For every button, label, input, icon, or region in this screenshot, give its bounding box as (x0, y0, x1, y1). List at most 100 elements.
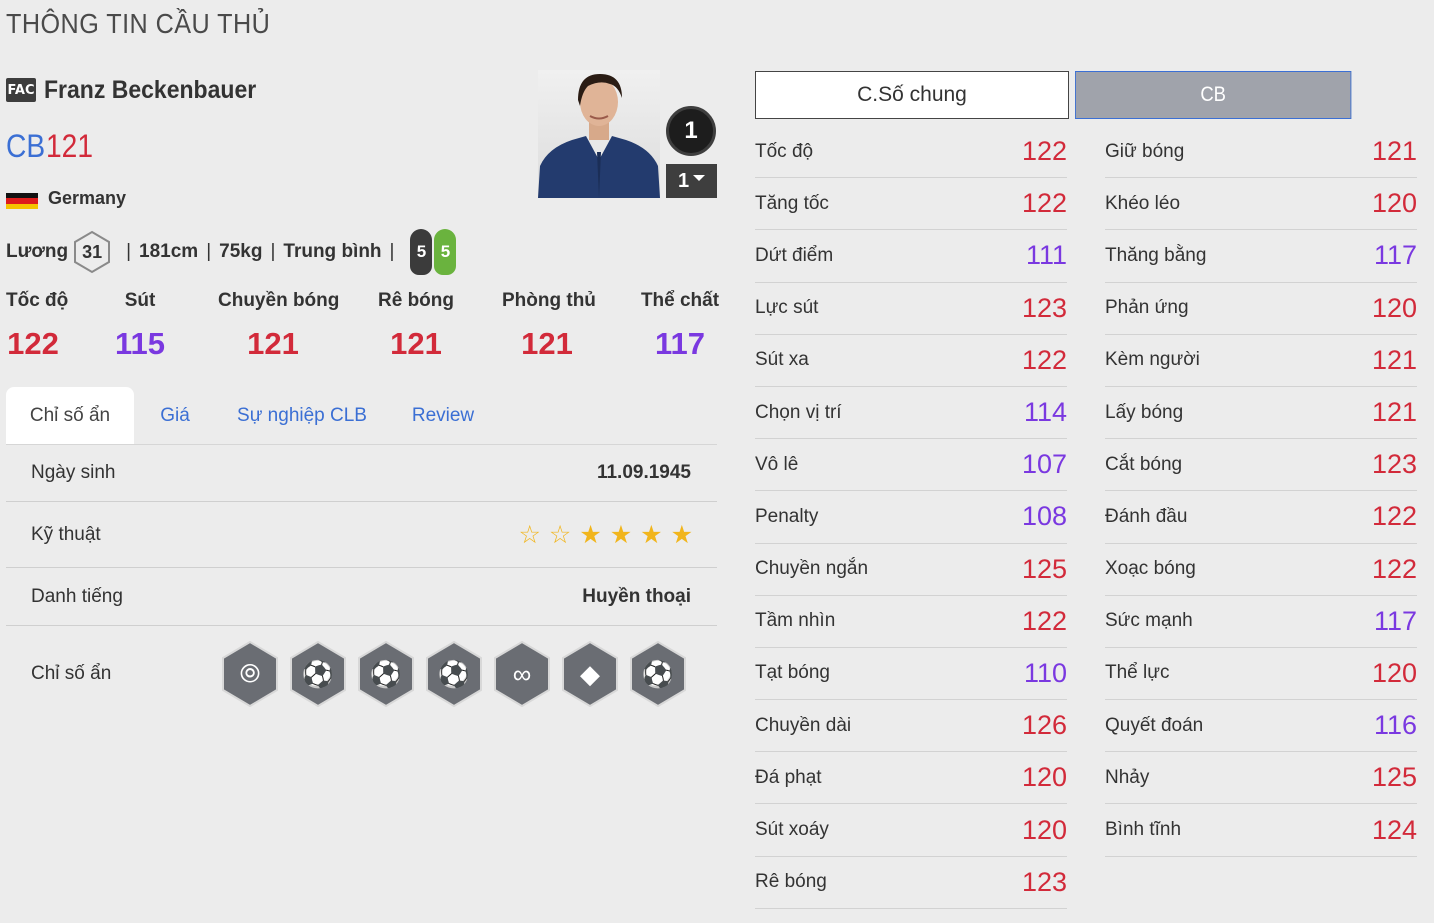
stat-value: 117 (1373, 605, 1417, 636)
stat-label: Dứt điểm (755, 244, 834, 266)
stat-row: Lực sút 123 (755, 283, 1067, 335)
stat-value: 111 (1025, 240, 1067, 271)
left-foot-value: 5 (410, 229, 433, 275)
main-stat: Sút 115 (114, 290, 166, 362)
tab-club-career[interactable]: Sự nghiệp CLB (216, 387, 388, 445)
stat-value: 116 (1373, 710, 1417, 741)
stat-row: Penalty 108 (755, 491, 1067, 544)
tab-position-stats[interactable]: CB (1075, 71, 1352, 119)
stat-label: Sút xa (755, 349, 809, 371)
stat-value: 120 (1021, 814, 1067, 845)
stat-value: 125 (1021, 553, 1067, 584)
star-empty-icon: ☆ (518, 520, 541, 549)
player-photo (538, 70, 660, 198)
stat-row: Chuyền dài 126 (755, 700, 1067, 753)
stat-label: Chuyền dài (755, 714, 852, 736)
germany-flag-icon (6, 193, 38, 209)
stat-label: Nhảy (1105, 766, 1150, 788)
tab-total-stats[interactable]: C.Số chung (755, 71, 1069, 119)
stat-label: Giữ bóng (1105, 140, 1185, 162)
stat-label: Tăng tốc (755, 192, 829, 214)
main-stat-value: 121 (390, 326, 442, 361)
stat-value: 121 (1371, 136, 1417, 167)
main-stat-value: 121 (521, 326, 573, 361)
stat-value: 117 (1373, 240, 1417, 271)
stat-label: Đá phạt (755, 766, 822, 788)
salary-value: 31 (82, 241, 103, 262)
stat-label: Tốc độ (755, 140, 814, 162)
stat-row: Giữ bóng 121 (1105, 126, 1417, 179)
stat-row: Nhảy 125 (1105, 752, 1417, 805)
stat-row: Dứt điểm 111 (755, 230, 1067, 283)
stat-value: 110 (1023, 657, 1067, 688)
main-stat: Thể chất 117 (640, 290, 720, 362)
stat-value: 126 (1021, 710, 1067, 741)
stat-value: 120 (1371, 292, 1417, 323)
separator: | (389, 241, 395, 262)
stat-label: Chuyền ngắn (755, 558, 869, 580)
stat-row: Chuyền ngắn 125 (755, 544, 1067, 596)
stat-value: 108 (1021, 501, 1067, 532)
salary-badge: 31 (72, 230, 112, 274)
stat-row: Tầm nhìn 122 (755, 596, 1067, 648)
main-stat: Phòng thủ 121 (502, 290, 596, 362)
stat-value: 122 (1371, 501, 1417, 532)
stat-value: 121 (1371, 397, 1417, 428)
player-info-row: Lương 31 | 181cm | 75kg | Trung bình | 5… (6, 229, 457, 275)
stat-value: 122 (1371, 553, 1417, 584)
main-stat-value: 121 (247, 326, 299, 361)
stat-row: Vô lê 107 (755, 439, 1067, 492)
stat-label: Sức mạnh (1105, 610, 1193, 632)
stat-value: 123 (1371, 449, 1417, 480)
stat-value: 123 (1021, 292, 1067, 323)
stat-value: 107 (1021, 449, 1067, 480)
upgrade-level-value: 1 (677, 169, 690, 192)
stat-row: Rê bóng 123 (755, 857, 1067, 909)
stat-label: Rê bóng (755, 871, 827, 893)
detail-row-birthdate: Ngày sinh 11.09.1945 (6, 445, 717, 502)
stat-column-left: Tốc độ 122 Tăng tốc 122 Dứt điểm 111 Lực sút 12… (755, 126, 1067, 909)
detail-tabs: Chỉ số ẩn Giá Sự nghiệp CLB Review (6, 387, 717, 445)
dribbling-path-icon[interactable]: ∞ (493, 641, 551, 707)
main-stat-value: 115 (114, 326, 165, 361)
diamond-icon[interactable]: ◆ (561, 641, 619, 707)
skill-stars: ☆ ☆ ★ ★ ★ ★ (518, 520, 693, 550)
stat-value: 124 (1371, 814, 1417, 845)
puppet-playmaker-icon[interactable]: ⚽ (629, 641, 687, 707)
stat-value: 122 (1021, 136, 1067, 167)
main-stat-label: Rê bóng (378, 290, 454, 311)
detail-row-reputation: Danh tiếng Huyền thoại (6, 568, 717, 626)
reputation-value: Huyền thoại (582, 585, 691, 607)
main-stat: Rê bóng 121 (376, 290, 456, 362)
star-filled-icon: ★ (579, 520, 602, 549)
main-stat-label: Tốc độ (6, 290, 69, 311)
long-pass-icon[interactable]: ⚽ (289, 641, 347, 707)
stat-label: Kèm người (1105, 349, 1200, 371)
tie-pass-icon[interactable]: ⚽ (425, 641, 483, 707)
stat-row: Thể lực 120 (1105, 648, 1417, 701)
stat-row: Lấy bóng 121 (1105, 387, 1417, 440)
tab-review[interactable]: Review (388, 387, 498, 445)
stat-row: Chọn vị trí 114 (755, 387, 1067, 440)
main-stat-value: 117 (654, 326, 705, 361)
stat-label: Lấy bóng (1105, 401, 1184, 423)
stat-label: Tầm nhìn (755, 610, 836, 632)
stat-row: Bình tĩnh 124 (1105, 804, 1417, 857)
separator: | (126, 241, 132, 262)
star-filled-icon: ★ (640, 520, 663, 549)
main-stat-value: 122 (7, 326, 59, 361)
tab-hidden-stats[interactable]: Chỉ số ẩn (6, 387, 134, 445)
player-height: 181cm (139, 241, 199, 262)
main-stat-label: Chuyền bóng (218, 290, 340, 311)
birthdate-label: Ngày sinh (31, 462, 116, 483)
upgrade-level-select[interactable]: 1 (666, 164, 717, 198)
tab-price[interactable]: Giá (134, 387, 216, 445)
flair-icon[interactable]: ⚽ (357, 641, 415, 707)
team-color-badge: 1 (666, 106, 716, 156)
stat-label: Bình tĩnh (1105, 819, 1182, 841)
trait-list: ⦾ ⚽ ⚽ ⚽ ∞ ◆ ⚽ (221, 641, 687, 707)
stat-row: Sút xoáy 120 (755, 804, 1067, 857)
player-name: Franz Beckenbauer (44, 76, 257, 104)
main-stat-label: Sút (124, 290, 156, 311)
speed-boot-icon[interactable]: ⦾ (221, 641, 279, 707)
